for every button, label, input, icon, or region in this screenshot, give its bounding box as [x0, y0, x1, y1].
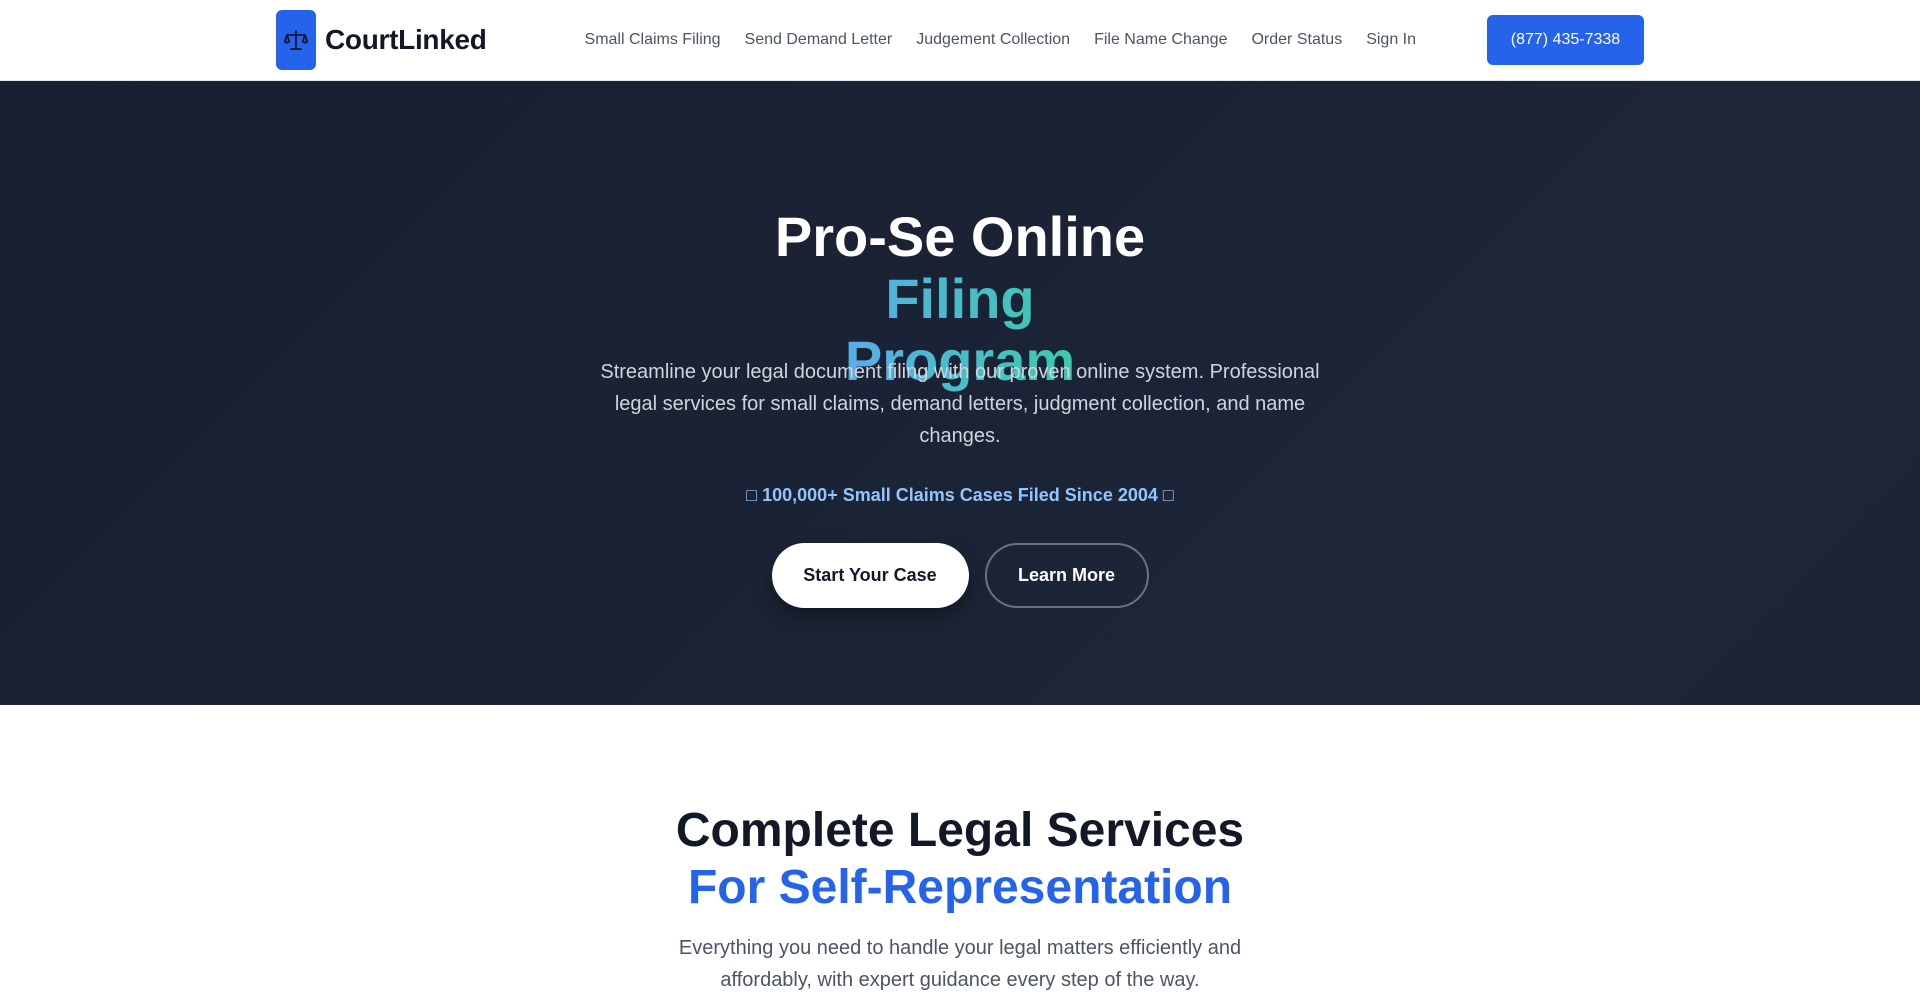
- hero-subtitle: Streamline your legal document filing wi…: [600, 361, 1320, 447]
- brand-name: CourtLinked: [325, 24, 487, 55]
- nav-sign-in[interactable]: Sign In: [1366, 31, 1416, 49]
- nav-small-claims-filing[interactable]: Small Claims Filing: [585, 31, 721, 49]
- services-title-line2: For Self-Representation: [687, 861, 1233, 914]
- main-nav: Small Claims Filing Send Demand Letter J…: [585, 0, 1416, 80]
- nav-judgement-collection[interactable]: Judgement Collection: [916, 31, 1070, 49]
- nav-send-demand-letter[interactable]: Send Demand Letter: [745, 31, 893, 49]
- hero-section: Pro-Se Online Filing Program Streamline …: [0, 81, 1920, 705]
- services-title-line1: Complete Legal Services: [675, 804, 1245, 857]
- learn-more-button[interactable]: Learn More: [984, 543, 1149, 608]
- site-header: CourtLinked Small Claims Filing Send Dem…: [0, 0, 1920, 81]
- services-title: Complete Legal Services For Self-Represe…: [0, 802, 1920, 916]
- start-case-button[interactable]: Start Your Case: [771, 543, 969, 608]
- nav-file-name-change[interactable]: File Name Change: [1094, 31, 1227, 49]
- services-subtitle: Everything you need to handle your legal…: [678, 937, 1242, 991]
- hero-title-line1: Pro-Se Online: [774, 205, 1146, 268]
- services-section: Complete Legal Services For Self-Represe…: [0, 705, 1920, 993]
- scales-of-justice-icon: [276, 10, 316, 70]
- hero-actions: Start Your Case Learn More: [0, 543, 1920, 608]
- brand-logo[interactable]: CourtLinked: [276, 10, 487, 70]
- nav-order-status[interactable]: Order Status: [1251, 31, 1342, 49]
- hero-stat: □ 100,000+ Small Claims Cases Filed Sinc…: [746, 485, 1174, 505]
- phone-call-button[interactable]: (877) 435-7338: [1487, 15, 1644, 65]
